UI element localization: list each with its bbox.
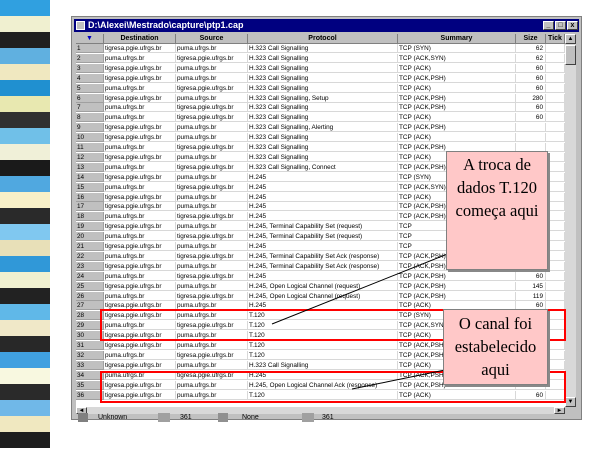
pointer-line-troca	[271, 244, 471, 325]
pointer-line-canal	[351, 369, 446, 390]
callout-troca: A troca de dados T.120 começa aqui	[446, 151, 548, 270]
callout-canal: O canal foi estabelecido aqui	[443, 309, 548, 385]
